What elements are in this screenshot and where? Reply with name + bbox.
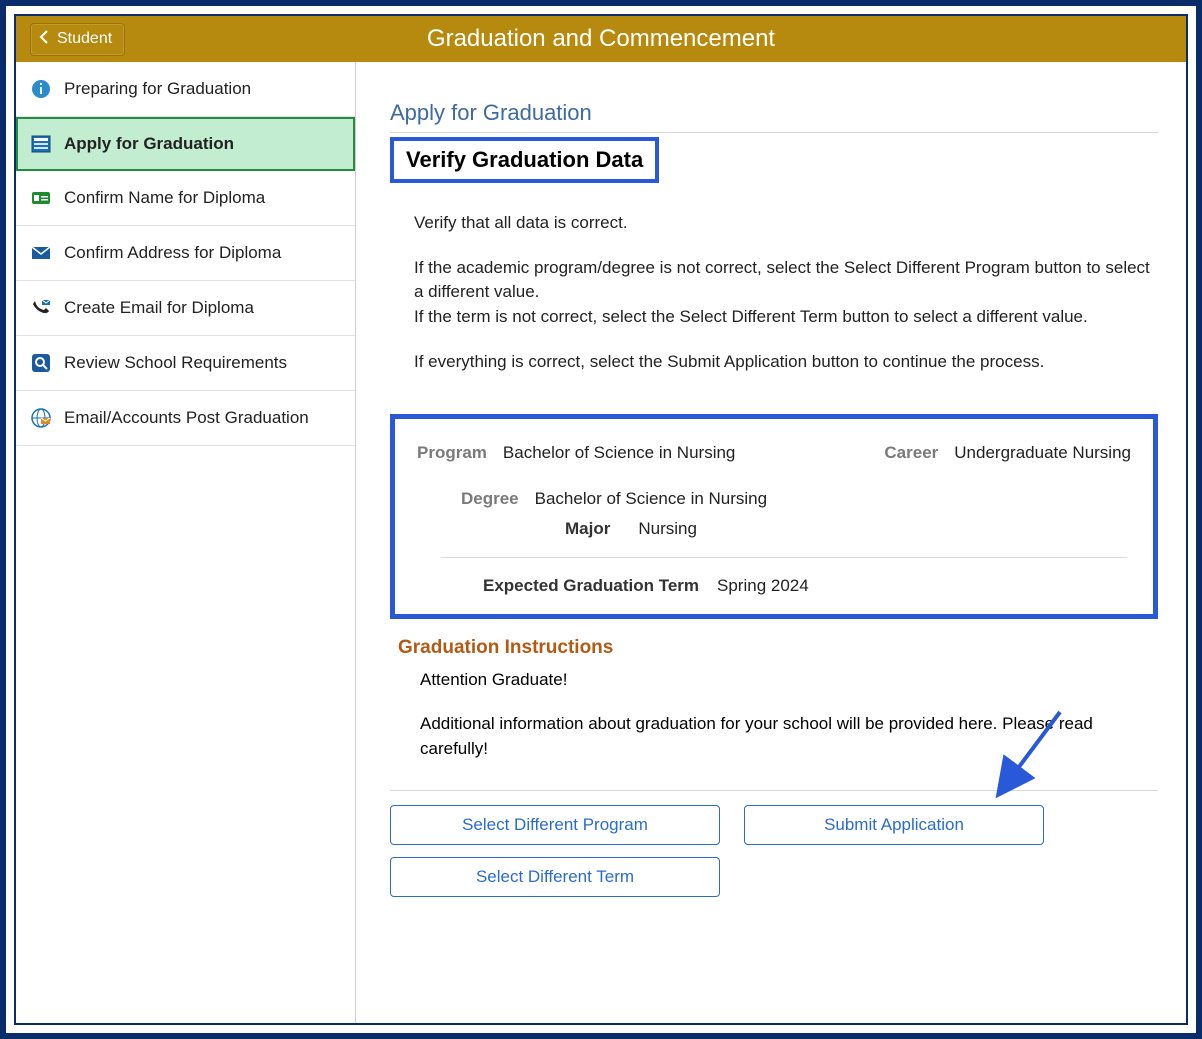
instruction-line: If everything is correct, select the Sub…: [414, 350, 1158, 375]
grad-instruction-line: Attention Graduate!: [420, 667, 1158, 693]
sidebar-item-confirm-name[interactable]: Confirm Name for Diploma: [16, 171, 355, 226]
sidebar-item-label: Review School Requirements: [64, 353, 287, 373]
program-value: Bachelor of Science in Nursing: [503, 443, 735, 463]
program-label: Program: [417, 443, 487, 463]
submit-application-button[interactable]: Submit Application: [744, 805, 1044, 845]
section-heading: Verify Graduation Data: [390, 137, 659, 183]
sidebar-item-apply[interactable]: Apply for Graduation: [16, 117, 355, 171]
inner-frame: Student Graduation and Commencement Prep…: [14, 14, 1188, 1025]
mail-icon: [30, 242, 52, 264]
sidebar-item-label: Confirm Name for Diploma: [64, 188, 265, 208]
degree-label: Degree: [461, 489, 519, 509]
select-different-program-button[interactable]: Select Different Program: [390, 805, 720, 845]
sidebar-item-label: Create Email for Diploma: [64, 298, 254, 318]
form-icon: [30, 133, 52, 155]
term-label: Expected Graduation Term: [483, 576, 699, 596]
divider: [441, 557, 1127, 558]
row-degree: Degree Bachelor of Science in Nursing: [461, 489, 1131, 509]
sidebar-item-label: Email/Accounts Post Graduation: [64, 408, 309, 428]
row-term: Expected Graduation Term Spring 2024: [483, 576, 1131, 596]
graduation-data-card: Program Bachelor of Science in Nursing C…: [390, 414, 1158, 619]
sidebar-item-create-email[interactable]: Create Email for Diploma: [16, 281, 355, 336]
sidebar: Preparing for Graduation Apply for Gradu…: [16, 62, 356, 1023]
major-label: Major: [565, 519, 610, 539]
row-program-career: Program Bachelor of Science in Nursing C…: [417, 443, 1131, 463]
graduation-instructions-heading: Graduation Instructions: [398, 637, 1158, 659]
major-value: Nursing: [638, 519, 697, 539]
instruction-line: If the academic program/degree is not co…: [414, 256, 1158, 330]
outer-frame: Student Graduation and Commencement Prep…: [0, 0, 1202, 1039]
career-value: Undergraduate Nursing: [954, 443, 1131, 463]
instruction-text: If the term is not correct, select the S…: [414, 307, 1088, 326]
career-label: Career: [884, 443, 938, 463]
button-row: Select Different Program Submit Applicat…: [390, 805, 1158, 897]
chevron-left-icon: [39, 30, 49, 49]
divider: [390, 790, 1158, 791]
search-icon: [30, 352, 52, 374]
grad-instruction-line: Additional information about graduation …: [420, 711, 1158, 762]
instruction-text: If the academic program/degree is not co…: [414, 258, 1150, 302]
sidebar-item-label: Preparing for Graduation: [64, 79, 251, 99]
info-icon: [30, 78, 52, 100]
divider: [390, 132, 1158, 133]
sidebar-item-confirm-address[interactable]: Confirm Address for Diploma: [16, 226, 355, 281]
main-content: II Apply for Graduation Verify Graduatio…: [356, 62, 1186, 1023]
sidebar-item-review-requirements[interactable]: Review School Requirements: [16, 336, 355, 391]
page-title: Graduation and Commencement: [16, 25, 1186, 53]
instruction-line: Verify that all data is correct.: [414, 211, 1158, 236]
back-button-label: Student: [57, 30, 112, 48]
globe-mail-icon: [30, 407, 52, 429]
back-button[interactable]: Student: [30, 23, 125, 56]
term-value: Spring 2024: [717, 576, 809, 596]
row-major: Major Nursing: [565, 519, 1131, 539]
sidebar-item-label: Apply for Graduation: [64, 134, 234, 154]
degree-value: Bachelor of Science in Nursing: [535, 489, 767, 509]
id-card-icon: [30, 187, 52, 209]
body-area: Preparing for Graduation Apply for Gradu…: [16, 62, 1186, 1023]
header-bar: Student Graduation and Commencement: [16, 16, 1186, 62]
phone-mail-icon: [30, 297, 52, 319]
graduation-instructions-body: Attention Graduate! Additional informati…: [420, 667, 1158, 762]
instructions-block: Verify that all data is correct. If the …: [414, 211, 1158, 374]
sidebar-item-label: Confirm Address for Diploma: [64, 243, 281, 263]
sidebar-item-post-graduation[interactable]: Email/Accounts Post Graduation: [16, 391, 355, 446]
page-subtitle: Apply for Graduation: [390, 100, 1158, 126]
sidebar-item-preparing[interactable]: Preparing for Graduation: [16, 62, 355, 117]
select-different-term-button[interactable]: Select Different Term: [390, 857, 720, 897]
